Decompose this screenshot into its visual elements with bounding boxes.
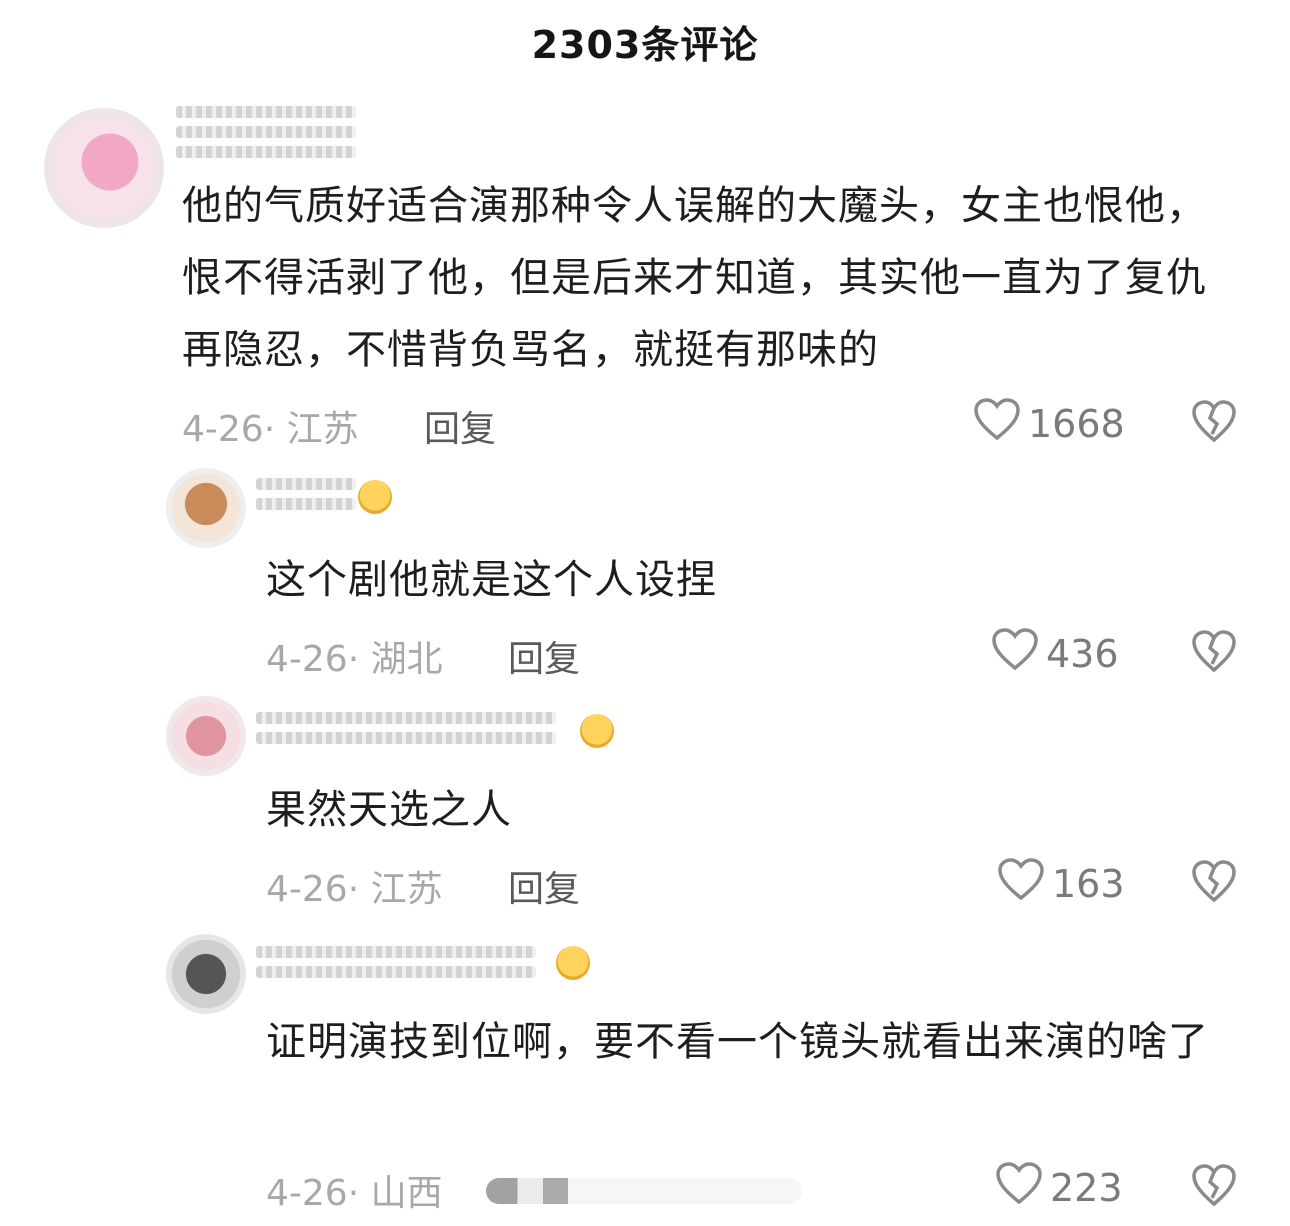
emoji-icon [580, 714, 614, 748]
heart-outline-icon [996, 856, 1052, 911]
like-button[interactable]: 436 [990, 626, 1119, 681]
comment-date-location: 4-26· 江苏 [266, 869, 443, 910]
reply-button[interactable]: 回复 [424, 400, 496, 452]
like-count: 223 [1050, 1165, 1123, 1210]
username-detail [176, 146, 356, 158]
username[interactable] [256, 712, 556, 724]
avatar[interactable] [166, 934, 246, 1014]
username[interactable] [256, 478, 356, 490]
like-count: 436 [1046, 631, 1119, 676]
username-detail [256, 498, 356, 510]
avatar[interactable] [44, 108, 164, 228]
heart-outline-icon [994, 1160, 1050, 1215]
reply-button[interactable]: 回复 [508, 630, 580, 682]
comment-date-location: 4-26· 江苏 [182, 409, 359, 450]
broken-heart-icon[interactable] [1190, 858, 1238, 904]
emoji-icon [556, 946, 590, 980]
comment-date-location: 4-26· 山西 [266, 1173, 443, 1214]
broken-heart-icon[interactable] [1190, 398, 1238, 444]
username-detail [256, 732, 556, 744]
comment-text: 证明演技到位啊，要不看一个镜头就看出来演的啥了 [266, 1019, 1209, 1065]
comments-header-title: 2303条评论 [531, 23, 759, 67]
reply-button[interactable]: 回复 [508, 860, 580, 912]
avatar[interactable] [166, 696, 246, 776]
avatar[interactable] [166, 468, 246, 548]
broken-heart-icon[interactable] [1190, 1162, 1238, 1208]
username-detail [256, 966, 536, 978]
reply-button[interactable] [486, 1178, 802, 1204]
username[interactable] [256, 946, 536, 958]
emoji-icon [358, 480, 392, 514]
comment-text: 这个剧他就是这个人设捏 [266, 557, 717, 603]
comment-text: 他的气质好适合演那种令人误解的大魔头，女主也恨他，恨不得活剥了他，但是后来才知道… [182, 183, 1207, 373]
heart-outline-icon [972, 396, 1028, 451]
like-count: 163 [1052, 861, 1125, 906]
like-button[interactable]: 1668 [972, 396, 1125, 451]
like-button[interactable]: 163 [996, 856, 1125, 911]
heart-outline-icon [990, 626, 1046, 681]
username-detail [176, 126, 356, 138]
username[interactable] [176, 106, 356, 118]
broken-heart-icon[interactable] [1190, 628, 1238, 674]
like-button[interactable]: 223 [994, 1160, 1123, 1215]
comment-text: 果然天选之人 [266, 787, 512, 833]
like-count: 1668 [1028, 401, 1125, 446]
comment-date-location: 4-26· 湖北 [266, 639, 443, 680]
